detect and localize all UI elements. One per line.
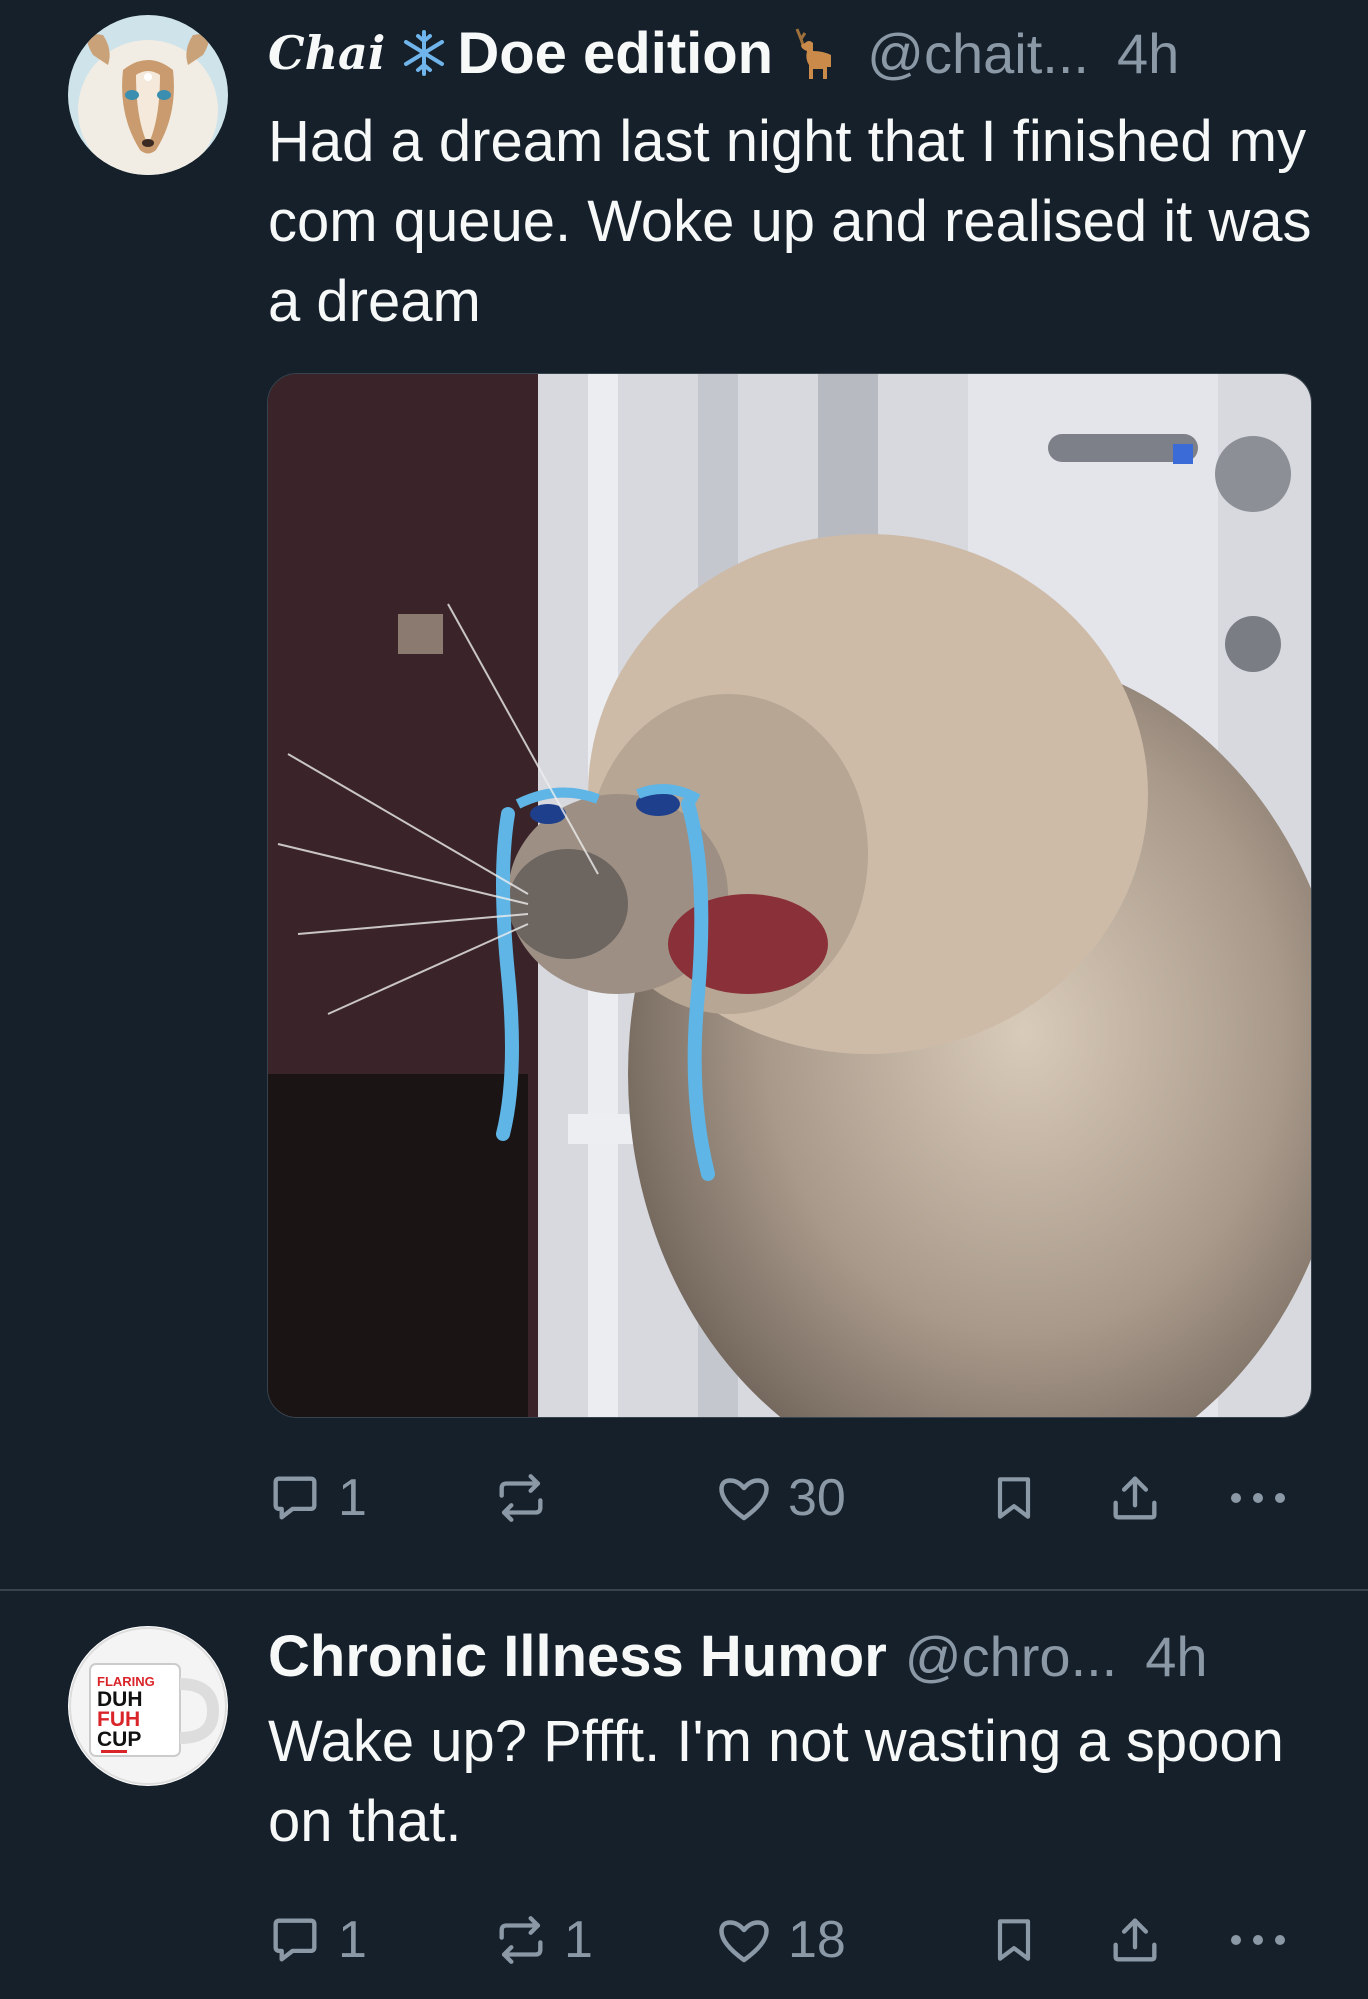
repost-icon	[492, 1911, 550, 1969]
bookmark-button[interactable]	[986, 1458, 1042, 1538]
tweet-text: Wake up? Pffft. I'm not wasting a spoon …	[268, 1709, 1284, 1854]
tweet-header: Chai Doe edition @chait... 4h	[268, 15, 1310, 91]
share-button[interactable]	[1106, 1900, 1164, 1980]
tweet[interactable]: Chai Doe edition @chait... 4h Had a drea…	[0, 0, 1368, 1590]
reply-icon	[266, 1469, 324, 1527]
tweet-timestamp[interactable]: 4h	[1145, 1624, 1207, 1689]
reply-button[interactable]: 1	[266, 1900, 367, 1980]
share-icon	[1106, 1469, 1164, 1527]
tweet-media-image[interactable]	[267, 373, 1312, 1418]
like-button[interactable]: 18	[714, 1900, 846, 1980]
repost-button[interactable]	[492, 1458, 564, 1538]
author-handle[interactable]: @chait...	[867, 21, 1089, 86]
repost-icon	[492, 1469, 550, 1527]
mug-text-cup: CUP	[97, 1728, 141, 1751]
bookmark-button[interactable]	[986, 1900, 1042, 1980]
more-options-button[interactable]	[1226, 1900, 1290, 1980]
reply-button[interactable]: 1	[266, 1458, 367, 1538]
tweet-actions: 1 30	[0, 1458, 1368, 1538]
author-name-script[interactable]: Chai	[268, 26, 385, 80]
reply-count: 1	[338, 1911, 367, 1969]
reply-count: 1	[338, 1469, 367, 1527]
tweet-divider	[0, 1589, 1368, 1591]
deer-icon	[783, 25, 839, 81]
tweet-text: Had a dream last night that I finished m…	[268, 109, 1312, 334]
more-options-button[interactable]	[1226, 1458, 1290, 1538]
author-name[interactable]: Chronic Illness Humor	[268, 1623, 887, 1690]
more-icon	[1226, 1488, 1290, 1508]
bookmark-icon	[986, 1470, 1042, 1526]
mug-text-flaring: FLARING	[97, 1674, 155, 1689]
author-handle[interactable]: @chro...	[905, 1624, 1117, 1689]
like-count: 18	[788, 1911, 846, 1969]
author-name[interactable]: Doe edition	[457, 20, 773, 87]
heart-icon	[714, 1910, 774, 1970]
snowflake-icon	[401, 30, 447, 76]
share-button[interactable]	[1106, 1458, 1164, 1538]
repost-button[interactable]: 1	[492, 1900, 593, 1980]
like-button[interactable]: 30	[714, 1458, 846, 1538]
repost-count: 1	[564, 1911, 593, 1969]
tweet-timestamp[interactable]: 4h	[1117, 21, 1179, 86]
reply-icon	[266, 1911, 324, 1969]
avatar[interactable]	[68, 15, 228, 175]
share-icon	[1106, 1911, 1164, 1969]
tweet-header: Chronic Illness Humor @chro... 4h	[268, 1618, 1310, 1694]
more-icon	[1226, 1930, 1290, 1950]
like-count: 30	[788, 1469, 846, 1527]
heart-icon	[714, 1468, 774, 1528]
bookmark-icon	[986, 1912, 1042, 1968]
tweet-actions: 1 1 18	[0, 1900, 1368, 1980]
avatar[interactable]: FLARING DUH FUH CUP	[68, 1626, 228, 1786]
